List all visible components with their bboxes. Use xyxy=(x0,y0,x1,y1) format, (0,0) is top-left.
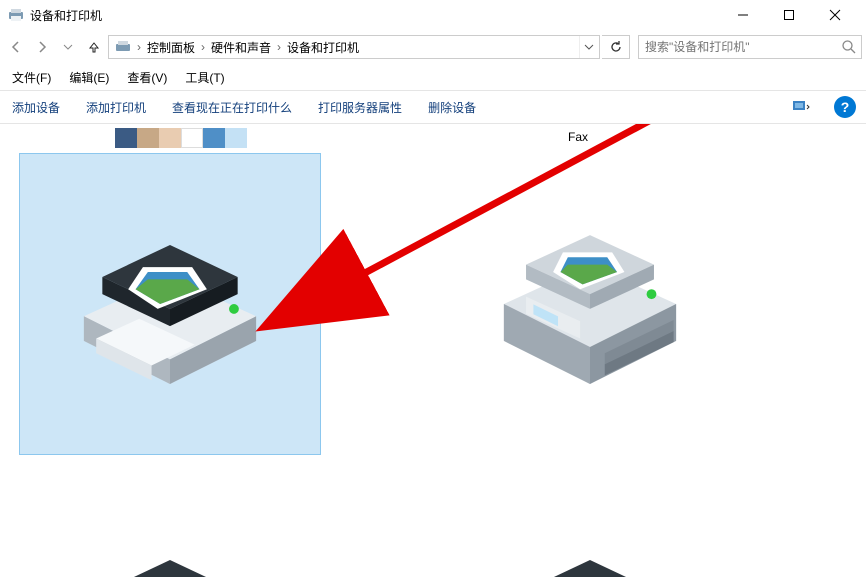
cmd-server-props[interactable]: 打印服务器属性 xyxy=(316,97,404,118)
minimize-button[interactable] xyxy=(720,0,766,30)
refresh-button[interactable] xyxy=(602,35,630,59)
breadcrumb-leaf[interactable]: 设备和打印机 xyxy=(283,36,363,58)
address-bar[interactable]: › 控制面板 › 硬件和声音 › 设备和打印机 xyxy=(108,35,600,59)
fax-icon xyxy=(467,181,713,427)
cmd-add-device[interactable]: 添加设备 xyxy=(10,97,62,118)
search-icon xyxy=(841,39,857,55)
swatch-strip xyxy=(115,128,247,148)
swatch xyxy=(203,128,225,148)
up-button[interactable] xyxy=(82,35,106,59)
printer-icon xyxy=(47,181,293,427)
cmd-see-printing[interactable]: 查看现在正在打印什么 xyxy=(170,97,294,118)
title-bar: 设备和打印机 xyxy=(0,0,866,30)
breadcrumb-icon xyxy=(111,36,135,58)
command-bar: 添加设备 添加打印机 查看现在正在打印什么 打印服务器属性 删除设备 ? xyxy=(0,90,866,124)
maximize-button[interactable] xyxy=(766,0,812,30)
swatch xyxy=(115,128,137,148)
cmd-add-printer[interactable]: 添加打印机 xyxy=(84,97,148,118)
recent-dropdown[interactable] xyxy=(56,35,80,59)
device-fax[interactable] xyxy=(440,154,740,454)
swatch xyxy=(159,128,181,148)
view-options-button[interactable] xyxy=(790,96,812,118)
menu-edit[interactable]: 编辑(E) xyxy=(65,67,113,88)
breadcrumb-mid[interactable]: 硬件和声音 xyxy=(207,36,275,58)
device-printer-selected[interactable] xyxy=(20,154,320,454)
close-button[interactable] xyxy=(812,0,858,30)
menu-file[interactable]: 文件(F) xyxy=(8,67,55,88)
search-input[interactable] xyxy=(643,39,841,55)
help-button[interactable]: ? xyxy=(834,96,856,118)
device-label-fax: Fax xyxy=(568,130,588,144)
back-button[interactable] xyxy=(4,35,28,59)
address-dropdown[interactable] xyxy=(579,36,597,58)
breadcrumb-sep: › xyxy=(275,40,283,54)
printer-icon xyxy=(47,537,293,577)
window-title: 设备和打印机 xyxy=(30,7,102,24)
swatch xyxy=(181,128,203,148)
cmd-remove-device[interactable]: 删除设备 xyxy=(426,97,478,118)
navigation-bar: › 控制面板 › 硬件和声音 › 设备和打印机 xyxy=(0,30,866,64)
search-box[interactable] xyxy=(638,35,862,59)
device-printer-3[interactable] xyxy=(440,519,740,577)
device-printer-2[interactable] xyxy=(20,519,320,577)
content-area: Fax xyxy=(0,124,866,577)
menu-view[interactable]: 查看(V) xyxy=(123,67,171,88)
swatch xyxy=(137,128,159,148)
breadcrumb-root[interactable]: 控制面板 xyxy=(143,36,199,58)
swatch xyxy=(225,128,247,148)
menu-tools[interactable]: 工具(T) xyxy=(181,67,228,88)
app-icon xyxy=(8,7,24,23)
breadcrumb-sep: › xyxy=(135,40,143,54)
breadcrumb-sep: › xyxy=(199,40,207,54)
menu-bar: 文件(F) 编辑(E) 查看(V) 工具(T) xyxy=(0,64,866,90)
printer-icon xyxy=(467,537,713,577)
forward-button[interactable] xyxy=(30,35,54,59)
